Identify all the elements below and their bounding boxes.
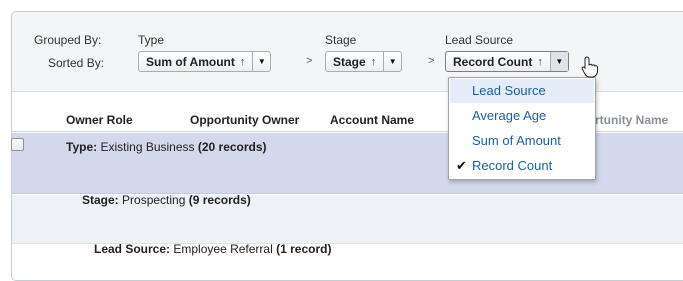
group-type-value: Existing Business: [100, 140, 195, 154]
type-dropdown-arrow[interactable]: ▼: [253, 52, 270, 71]
group-stage-text: Stage: Prospecting (9 records): [82, 193, 251, 207]
group-stage-title: Stage: [325, 33, 357, 47]
lead-source-sort-text: Record Count: [453, 54, 533, 69]
sort-ascending-icon: ↑: [370, 55, 377, 68]
group-lead-source-text: Lead Source: Employee Referral (1 record…: [94, 242, 331, 256]
group-lead-source-label: Lead Source:: [94, 242, 171, 256]
lead-source-dropdown-arrow[interactable]: ▼: [550, 52, 568, 71]
lead-source-sort-menu: Lead Source Average Age Sum of Amount ✔ …: [448, 77, 596, 180]
lead-source-sort-value[interactable]: Record Count ↑: [446, 52, 551, 71]
menu-item-lead-source[interactable]: Lead Source: [450, 79, 594, 103]
group-lead-source-count: (1 record): [276, 242, 332, 256]
menu-item-record-count[interactable]: ✔ Record Count: [450, 154, 594, 178]
row-select-checkbox[interactable]: [11, 138, 24, 151]
stage-dropdown-arrow[interactable]: ▼: [384, 52, 401, 71]
checkmark-icon: ✔: [456, 158, 467, 173]
menu-item-label: Record Count: [472, 158, 553, 173]
lead-source-sort-picker[interactable]: Record Count ↑ ▼: [445, 51, 569, 72]
grouped-by-label: Grouped By:: [34, 33, 102, 47]
column-opportunity-owner[interactable]: Opportunity Owner: [190, 113, 299, 127]
group-type-text: Type: Existing Business (20 records): [66, 140, 267, 154]
chevron-right-icon: >: [306, 55, 313, 67]
hand-pointer-icon: [581, 56, 598, 78]
chevron-right-icon: >: [428, 55, 435, 67]
type-sort-value[interactable]: Sum of Amount ↑: [139, 52, 254, 71]
menu-item-label: Sum of Amount: [472, 133, 561, 148]
stage-sort-picker[interactable]: Stage ↑ ▼: [325, 51, 403, 72]
column-owner-role[interactable]: Owner Role: [66, 113, 133, 127]
column-opportunity-name[interactable]: rtunity Name: [595, 113, 668, 127]
type-sort-text: Sum of Amount: [146, 54, 235, 69]
column-account-name[interactable]: Account Name: [330, 113, 414, 127]
group-lead-source-title: Lead Source: [445, 33, 514, 47]
menu-item-label: Average Age: [472, 108, 547, 123]
group-stage-label: Stage:: [82, 193, 119, 207]
menu-item-sum-of-amount[interactable]: Sum of Amount: [450, 129, 594, 153]
group-stage-count: (9 records): [188, 193, 251, 207]
group-type-title: Type: [138, 33, 165, 47]
stage-sort-value[interactable]: Stage ↑: [326, 52, 385, 71]
menu-item-average-age[interactable]: Average Age: [450, 104, 594, 128]
group-type-count: (20 records): [197, 140, 267, 154]
sort-ascending-icon: ↑: [239, 55, 246, 68]
stage-sort-text: Stage: [333, 54, 366, 69]
sort-ascending-icon: ↑: [537, 55, 543, 68]
menu-item-label: Lead Source: [472, 83, 546, 98]
type-sort-picker[interactable]: Sum of Amount ↑ ▼: [138, 51, 272, 72]
group-type-label: Type:: [66, 140, 98, 154]
group-lead-source-value: Employee Referral: [173, 242, 273, 256]
group-stage-value: Prospecting: [122, 193, 186, 207]
sorted-by-label: Sorted By:: [48, 56, 105, 70]
